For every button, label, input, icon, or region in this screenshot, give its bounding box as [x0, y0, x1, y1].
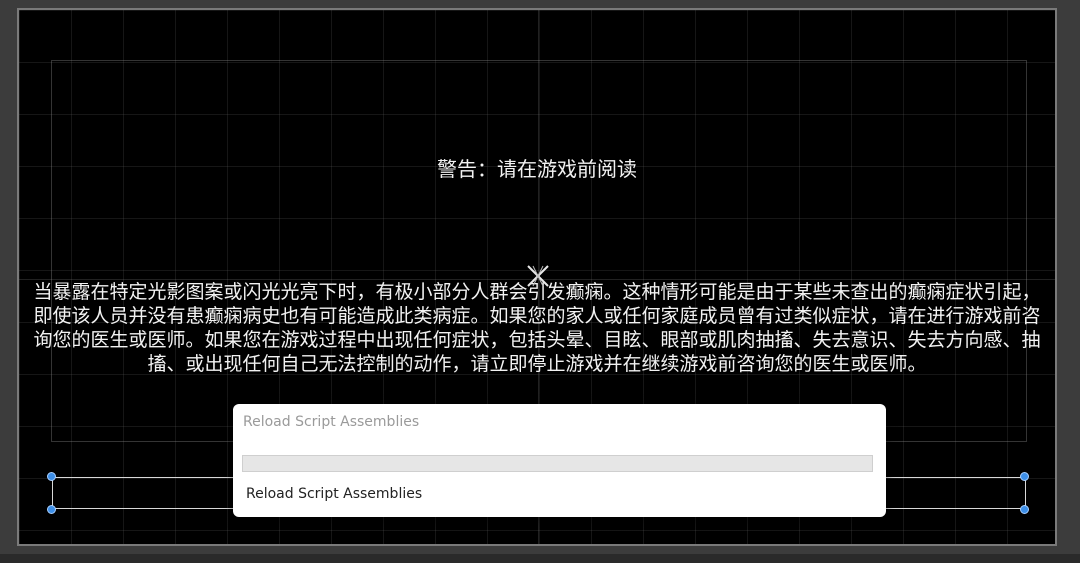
rect-handle-top-right-icon[interactable]	[1020, 472, 1029, 481]
warning-body[interactable]: 当暴露在特定光影图案或闪光光亮下时，有极小部分人群会引发癫痫。这种情形可能是由于…	[29, 280, 1045, 376]
editor-window: 警告：请在游戏前阅读 当暴露在特定光影图案或闪光光亮下时，有极小部分人群会引发癫…	[0, 0, 1080, 563]
canvas-bounds	[51, 60, 1027, 442]
reload-progress-dialog: Reload Script Assemblies Reload Script A…	[233, 404, 886, 517]
rect-handle-bottom-left-icon[interactable]	[47, 505, 56, 514]
rect-handle-top-left-icon[interactable]	[47, 472, 56, 481]
pivot-cross-icon[interactable]	[524, 262, 552, 290]
progress-bar	[242, 455, 873, 472]
dialog-title: Reload Script Assemblies	[243, 414, 420, 430]
bottom-edge	[0, 554, 1080, 563]
rect-handle-bottom-right-icon[interactable]	[1020, 505, 1029, 514]
dialog-info-text: Reload Script Assemblies	[246, 486, 423, 502]
warning-title[interactable]: 警告：请在游戏前阅读	[19, 156, 1055, 182]
